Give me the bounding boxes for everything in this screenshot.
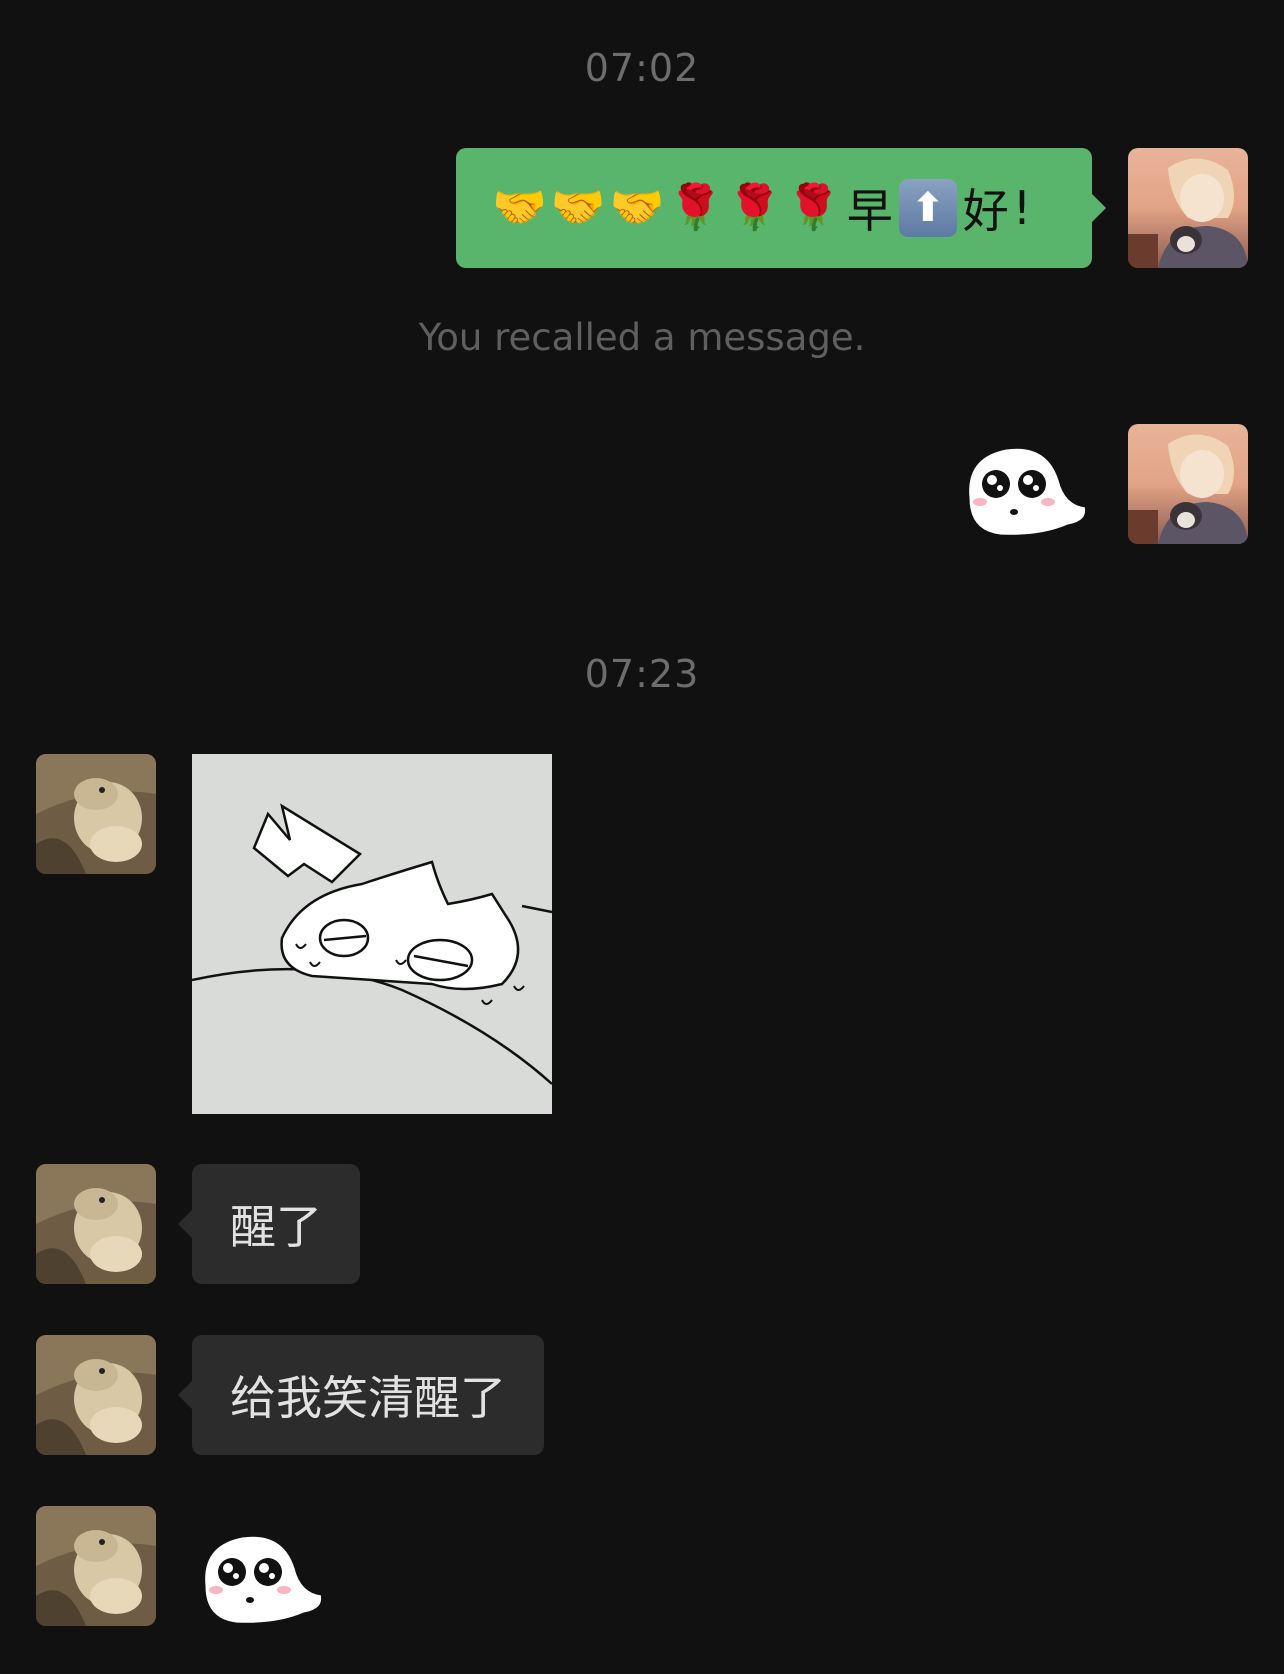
handshake-emoji: 🤝 (609, 182, 665, 233)
contact-avatar[interactable] (36, 754, 156, 874)
message-punctuation: ! (1012, 181, 1032, 235)
plush-avatar-image (36, 754, 156, 874)
ghost-sticker-image (966, 445, 1089, 538)
bubble-tail (178, 1210, 192, 1238)
anime-avatar-image (1128, 148, 1248, 268)
incoming-message-bubble[interactable]: 醒了 (178, 1164, 360, 1284)
recalled-message-note: You recalled a message. (418, 316, 866, 359)
timestamp: 07:02 (584, 46, 700, 90)
ghost-sticker[interactable] (960, 440, 1092, 544)
incoming-message-bubble[interactable]: 给我笑清醒了 (178, 1335, 544, 1455)
chat-view: 07:02 🤝 🤝 🤝 🌹 🌹 🌹 早 ⬆ 好 ! You recalled a… (0, 0, 1284, 1674)
ghost-sticker-image (202, 1533, 325, 1626)
my-avatar[interactable] (1128, 148, 1248, 268)
plush-avatar-image (36, 1506, 156, 1626)
rose-emoji: 🌹 (668, 182, 724, 233)
message-text: 🤝 🤝 🤝 🌹 🌹 🌹 早 ⬆ 好 ! (456, 175, 1033, 241)
timestamp: 07:23 (584, 652, 700, 696)
rose-emoji: 🌹 (785, 182, 841, 233)
bubble-tail (1092, 194, 1106, 222)
message-text: 给我笑清醒了 (230, 1371, 506, 1425)
contact-avatar[interactable] (36, 1164, 156, 1284)
handshake-emoji: 🤝 (492, 182, 547, 233)
rose-emoji: 🌹 (727, 182, 782, 233)
contact-avatar[interactable] (36, 1335, 156, 1455)
message-char: 早 (846, 184, 893, 238)
sleepy-cat-drawing (192, 754, 552, 1114)
handshake-emoji: 🤝 (550, 182, 606, 233)
my-avatar[interactable] (1128, 424, 1248, 544)
message-char: 好 (962, 184, 1009, 238)
incoming-image-message[interactable] (192, 754, 552, 1114)
plush-avatar-image (36, 1335, 156, 1455)
plush-avatar-image (36, 1164, 156, 1284)
up-arrow-icon: ⬆ (898, 179, 957, 237)
bubble-tail (178, 1381, 192, 1409)
anime-avatar-image (1128, 424, 1248, 544)
outgoing-message-bubble[interactable]: 🤝 🤝 🤝 🌹 🌹 🌹 早 ⬆ 好 ! (456, 148, 1106, 268)
message-text: 醒了 (230, 1200, 322, 1254)
ghost-sticker[interactable] (196, 1528, 328, 1632)
contact-avatar[interactable] (36, 1506, 156, 1626)
